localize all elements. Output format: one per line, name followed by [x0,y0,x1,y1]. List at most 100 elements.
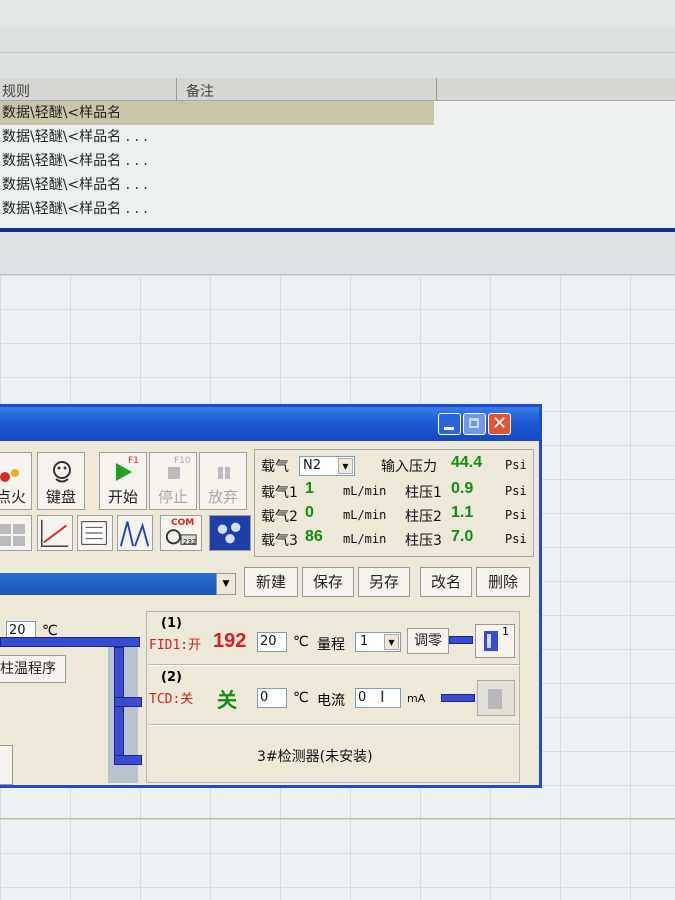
start-label: 开始 [107,488,138,506]
range-select[interactable]: 1 ▼ [355,632,401,652]
detector-pipe [441,694,475,702]
abandon-label: 放弃 [207,488,238,506]
ignite-label: 点火 [0,488,26,506]
temp-unit: ℃ [293,634,309,650]
detector-panel: (1) FID1:开 192 20 ℃ 量程 1 ▼ 调零 1 (2) TCD:… [146,611,520,783]
range-label: 量程 [317,637,345,653]
pressure-unit: Psi [505,458,527,472]
detector-icon [488,689,502,709]
current-unit: mA [407,692,426,705]
play-icon [116,463,132,481]
detector2-set-temp[interactable]: 0 [257,688,287,708]
current-label: 电流 [317,693,345,709]
list-item[interactable]: 数据\轻醚\<样品名 . . . [0,173,675,197]
layout-button[interactable] [0,515,32,551]
detector3-status: 3#检测器(未安装) [257,749,373,765]
save-as-button[interactable]: 另存 [358,567,410,597]
grid-layout-icon [0,524,25,546]
report-button[interactable] [77,515,113,551]
maximize-button[interactable] [463,413,486,435]
detector1-name: FID1:开 [149,638,202,653]
keypad-button[interactable]: 键盘 [37,452,85,510]
chart-header-area [0,232,675,275]
carrier1-flow: 1 [305,480,314,497]
detector1-button[interactable]: 1 [475,624,515,658]
pressure-unit: Psi [505,484,527,498]
pressure-unit: Psi [505,532,527,546]
list-item[interactable]: 数据\轻醚\<样品名 . . . [0,149,675,173]
peaks-icon [119,521,150,547]
peak-button[interactable] [117,515,153,551]
instrument-control-window: ✕ 点火 键盘 F1 开始 F10 停止 放弃 COM 232 载气 N2 ▼ … [0,404,542,788]
flow-unit: mL/min [343,532,387,546]
gas-panel: 载气 N2 ▼ 输入压力 44.4 Psi 载气1 1 mL/min 柱压1 0… [254,449,534,557]
column-pressure3-label: 柱压3 [405,533,442,549]
column-header-note[interactable]: 备注 [186,81,214,101]
window-titlebar[interactable]: ✕ [0,407,539,441]
detector2-index: (2) [161,670,182,685]
abandon-button[interactable]: 放弃 [199,452,247,510]
app-top-area [0,0,675,28]
range-value: 1 [360,634,369,649]
list-column-header: 规则 备注 [0,78,675,101]
carrier1-label: 载气1 [261,485,298,501]
zero-button[interactable]: 调零 [407,628,449,654]
ignite-button[interactable]: 点火 [0,452,32,510]
detector-pipe [449,636,473,644]
flow-unit: mL/min [343,484,387,498]
flow-unit: mL/min [343,508,387,522]
list-item[interactable]: 数据\轻醚\<样品名 . . . [0,125,675,149]
detector2-state: 关 [217,688,237,712]
column-pressure2-value: 1.1 [451,504,474,521]
gas-pipe [0,637,140,647]
current-field[interactable]: 0 I [355,688,401,708]
detector2-button[interactable] [477,680,515,716]
stop-icon [168,467,180,479]
network-button[interactable] [209,515,251,551]
close-button[interactable]: ✕ [488,413,511,435]
pressure-unit: Psi [505,508,527,522]
rename-button[interactable]: 改名 [420,567,472,597]
report-icon [81,521,107,545]
input-pressure-value: 44.4 [451,454,483,471]
input-pressure-label: 输入压力 [381,459,437,475]
gas-pipe [114,755,142,765]
temp-unit: ℃ [293,690,309,706]
list-item[interactable]: 数据\轻醚\<样品名 . . . [0,197,675,221]
current-value: 0 [358,690,367,705]
carrier-gas-select[interactable]: N2 ▼ [299,456,355,476]
chevron-down-icon: ▼ [384,634,399,650]
carrier2-flow: 0 [305,504,314,521]
column-header-rule[interactable]: 规则 [2,81,30,101]
column-pressure1-label: 柱压1 [405,485,442,501]
gas-pipe [114,697,142,707]
curve-button[interactable] [37,515,73,551]
delete-button[interactable]: 删除 [476,567,530,597]
file-list: 数据\轻醚\<样品名 数据\轻醚\<样品名 . . . 数据\轻醚\<样品名 .… [0,101,675,227]
carrier-gas-label: 载气 [261,459,289,475]
stop-button[interactable]: F10 停止 [149,452,197,510]
carrier3-flow: 86 [305,528,323,545]
fire-icon [0,469,19,482]
column-pressure1-value: 0.9 [451,480,474,497]
keypad-label: 键盘 [45,488,76,506]
method-select[interactable] [0,573,216,595]
detector1-badge: 1 [502,625,509,638]
chevron-down-icon[interactable]: ▼ [216,573,236,595]
list-item[interactable]: 数据\轻醚\<样品名 [0,101,434,125]
minimize-button[interactable] [438,413,461,435]
app-toolbar-area [0,28,675,79]
start-button[interactable]: F1 开始 [99,452,147,510]
save-method-button[interactable]: 保存 [302,567,354,597]
column-pressure2-label: 柱压2 [405,509,442,525]
detector1-set-temp[interactable]: 20 [257,632,287,652]
network-icon [217,522,241,544]
stop-label: 停止 [157,488,188,506]
column-temp-program-button[interactable]: 柱温程序 [0,655,66,683]
detector1-actual-temp: 192 [213,630,247,652]
new-method-button[interactable]: 新建 [244,567,298,597]
chart-line-icon [41,519,69,547]
com-button[interactable]: COM 232 [160,515,202,551]
side-button[interactable] [0,745,13,785]
detector1-index: (1) [161,616,182,631]
